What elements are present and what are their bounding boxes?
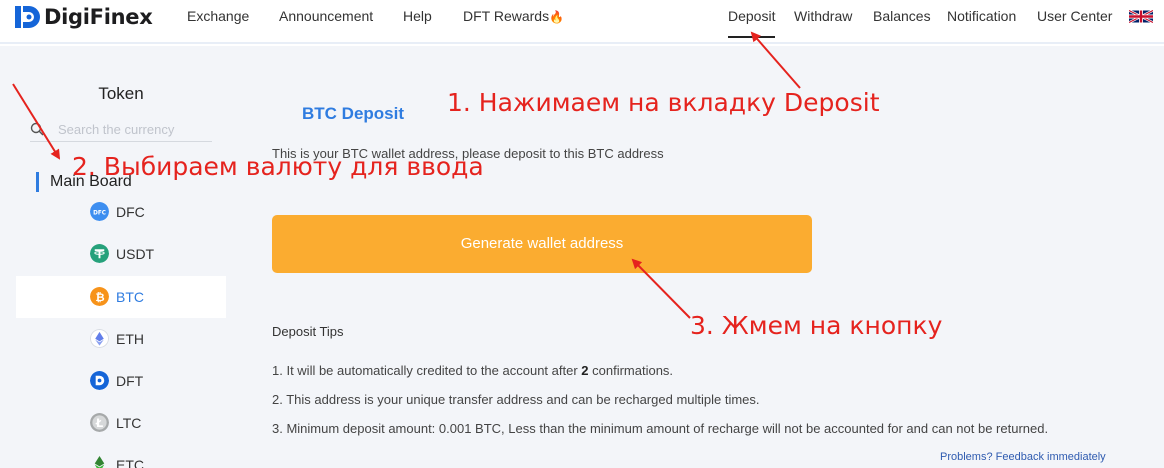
dfc-coin-icon: DFC [90, 202, 109, 221]
svg-text:DFC: DFC [93, 210, 106, 216]
deposit-tip-2: 2. This address is your unique transfer … [272, 392, 760, 407]
eth-coin-icon [90, 329, 109, 348]
search-placeholder: Search the currency [58, 122, 175, 137]
digifinex-logo[interactable]: DigiFinex [14, 4, 153, 30]
nav-help[interactable]: Help [403, 8, 432, 24]
coin-label: ETC [116, 457, 144, 468]
coin-item-etc[interactable]: ETC [16, 444, 226, 468]
dft-coin-icon [90, 371, 109, 390]
top-navigation-bar: DigiFinex Exchange Announcement Help DFT… [0, 0, 1164, 44]
feedback-link[interactable]: Problems? Feedback immediately [940, 451, 1106, 463]
coin-label: ETH [116, 331, 144, 347]
usdt-coin-icon [90, 244, 109, 263]
digifinex-logo-icon [15, 6, 40, 28]
coin-item-ltc[interactable]: Ł LTC [16, 402, 226, 444]
annotation-step-1: 1. Нажимаем на вкладку Deposit [447, 88, 880, 117]
tip-text: 1. It will be automatically credited to … [272, 363, 582, 378]
nav-withdraw[interactable]: Withdraw [794, 8, 852, 24]
deposit-tips-title: Deposit Tips [272, 324, 344, 339]
coin-label: USDT [116, 246, 155, 262]
coin-item-dfc[interactable]: DFC DFC [16, 191, 226, 233]
coin-label: DFT [116, 373, 144, 389]
deposit-tip-1: 1. It will be automatically credited to … [272, 363, 673, 378]
fire-icon: 🔥 [549, 10, 565, 24]
uk-flag-icon[interactable] [1129, 9, 1153, 24]
etc-coin-icon [94, 455, 105, 468]
annotation-step-2: 2. Выбираем валюту для ввода [72, 152, 484, 181]
svg-text:Ł: Ł [95, 416, 104, 430]
coin-item-usdt[interactable]: USDT [16, 233, 226, 275]
nav-dft-rewards-label: DFT Rewards [463, 8, 550, 24]
coin-item-eth[interactable]: ETH [16, 318, 226, 360]
sidebar-title: Token [98, 84, 144, 103]
tip-text: confirmations. [588, 363, 674, 378]
tip-confirmations-count: 2 [581, 363, 589, 378]
coin-label: BTC [116, 289, 144, 305]
search-icon [30, 122, 44, 136]
annotation-step-3: 3. Жмем на кнопку [690, 311, 943, 340]
deposit-tip-3: 3. Minimum deposit amount: 0.001 BTC, Le… [272, 421, 1049, 436]
btc-coin-icon: ₿ [90, 287, 109, 306]
nav-notification[interactable]: Notification [947, 8, 1016, 24]
svg-text:₿: ₿ [95, 290, 104, 304]
coin-label: DFC [116, 204, 145, 220]
nav-announcement[interactable]: Announcement [279, 8, 373, 24]
coin-label: LTC [116, 415, 142, 431]
logo-text: DigiFinex [44, 5, 153, 29]
nav-deposit[interactable]: Deposit [728, 8, 776, 38]
nav-user-center[interactable]: User Center [1037, 8, 1112, 24]
nav-exchange[interactable]: Exchange [187, 8, 249, 24]
coin-item-dft[interactable]: DFT [16, 360, 226, 402]
currency-search-input[interactable]: Search the currency [30, 120, 212, 142]
generate-wallet-address-button[interactable]: Generate wallet address [272, 215, 812, 273]
nav-balances[interactable]: Balances [873, 8, 931, 24]
coin-item-btc[interactable]: ₿ BTC [16, 276, 226, 318]
ltc-coin-icon: Ł [90, 413, 109, 432]
deposit-title: BTC Deposit [302, 104, 404, 123]
nav-dft-rewards[interactable]: DFT Rewards🔥 [463, 8, 564, 24]
